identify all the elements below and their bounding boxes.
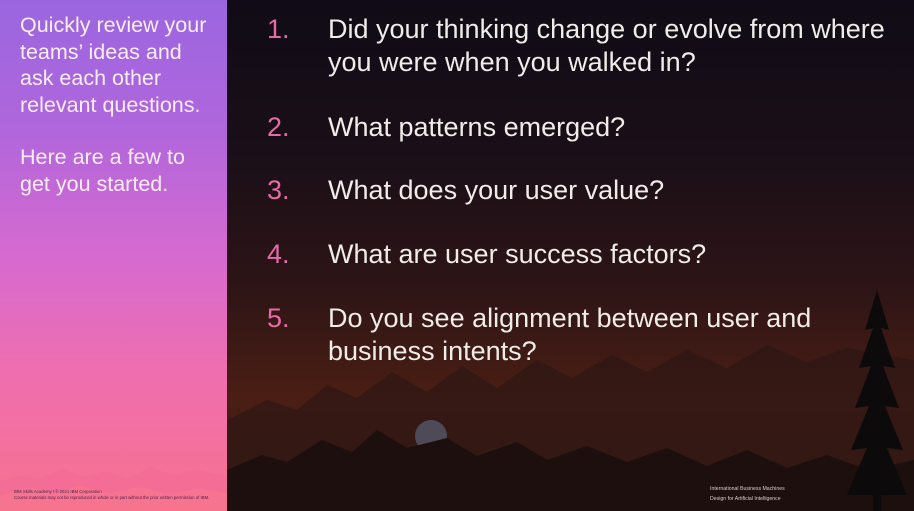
course-name: Design for Artificial Intelligence (710, 496, 781, 502)
left-panel: Quickly review your teams’ ideas and ask… (0, 0, 227, 511)
intro-text: Quickly review your teams’ ideas and ask… (20, 12, 220, 223)
question-text: What patterns emerged? (328, 112, 626, 142)
question-number: 4. (267, 239, 290, 269)
question-number: 5. (267, 303, 290, 333)
right-panel: 1. Did your thinking change or evolve fr… (227, 0, 914, 511)
right-footer: International Business Machines Design f… (710, 484, 900, 504)
question-number: 2. (267, 112, 290, 142)
intro-paragraph-1: Quickly review your teams’ ideas and ask… (20, 13, 207, 117)
question-text: Do you see alignment between user and bu… (328, 303, 812, 366)
intro-paragraph-2: Here are a few to get you started. (20, 145, 185, 196)
company-name: International Business Machines (710, 486, 785, 492)
question-number: 1. (267, 14, 290, 44)
question-text: What are user success factors? (328, 239, 707, 269)
question-number: 3. (267, 175, 290, 205)
permission-line: Course materials may not be reproduced i… (14, 495, 210, 500)
question-text: What does your user value? (328, 175, 665, 205)
left-footer: IBM Skills Academy / © 2021 IBM Corporat… (14, 489, 224, 501)
question-list: 1. Did your thinking change or evolve fr… (227, 0, 914, 511)
question-text: Did your thinking change or evolve from … (328, 14, 885, 77)
